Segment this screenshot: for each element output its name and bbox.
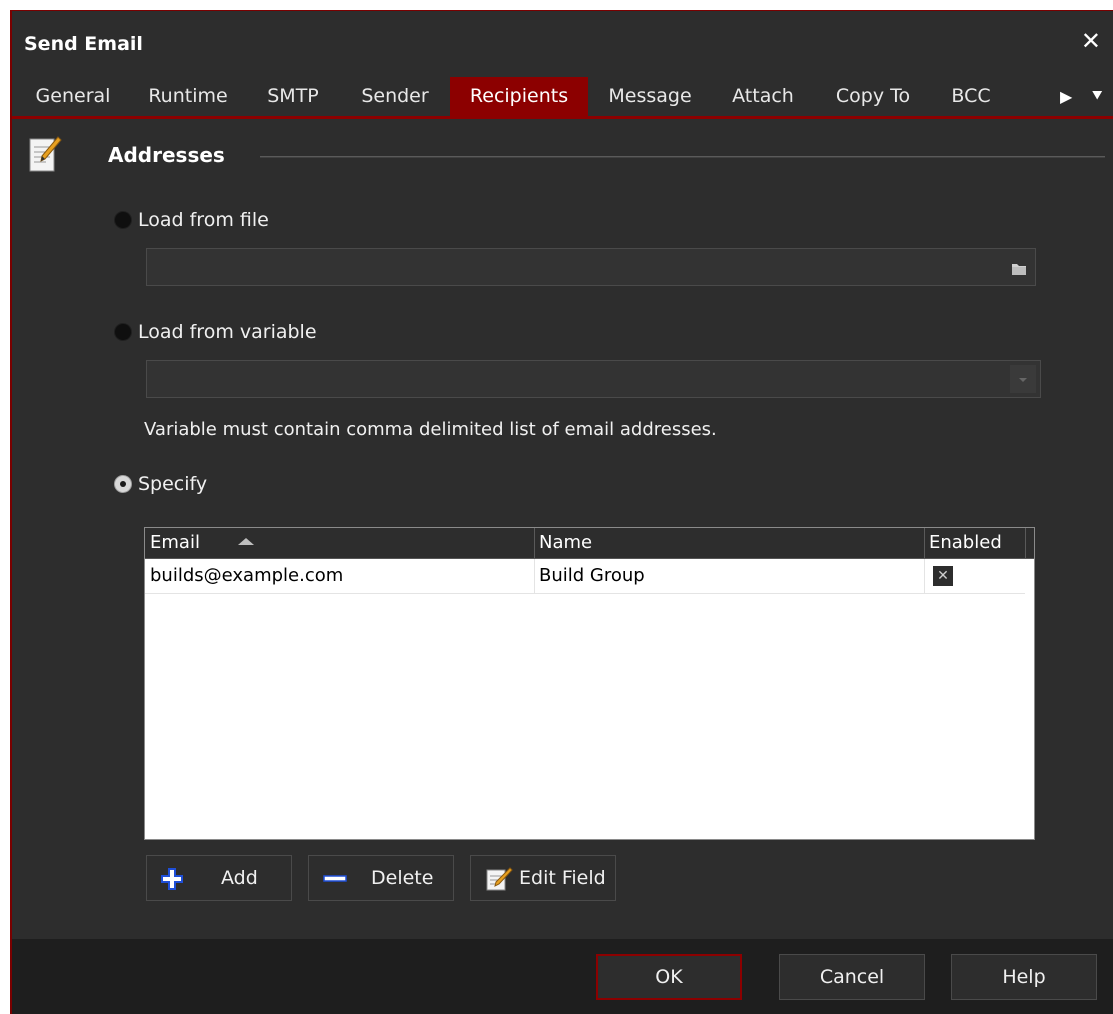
- tab-scroll-right-icon[interactable]: ▶: [1060, 77, 1072, 116]
- minus-icon: [323, 875, 347, 882]
- dialog-footer: OK Cancel Help: [12, 939, 1113, 1014]
- enabled-checkbox[interactable]: ✕: [933, 566, 953, 586]
- tab-smtp[interactable]: SMTP: [255, 77, 331, 116]
- file-path-field: [146, 248, 1036, 286]
- load-from-file-label: Load from file: [138, 209, 269, 231]
- delete-button[interactable]: Delete: [308, 855, 454, 901]
- tab-bar: General Runtime SMTP Sender Recipients M…: [12, 77, 1113, 119]
- load-from-file-radio[interactable]: [114, 211, 132, 229]
- load-from-variable-option[interactable]: Load from variable: [114, 321, 317, 343]
- column-header-name[interactable]: Name: [536, 528, 919, 558]
- chevron-down-icon[interactable]: [1010, 365, 1036, 393]
- ok-button[interactable]: OK: [596, 954, 742, 1000]
- cell-divider: [924, 559, 925, 593]
- add-button-label: Add: [221, 867, 258, 889]
- variable-hint: Variable must contain comma delimited li…: [144, 419, 717, 440]
- recipients-grid: Email Name Enabled builds@example.com Bu…: [144, 527, 1035, 840]
- folder-icon[interactable]: [1007, 257, 1031, 279]
- table-row[interactable]: builds@example.com Build Group ✕: [145, 559, 1025, 594]
- delete-button-label: Delete: [371, 867, 434, 889]
- load-from-variable-label: Load from variable: [138, 321, 317, 343]
- sort-ascending-icon: [238, 538, 254, 545]
- window-title: Send Email: [24, 33, 143, 55]
- column-header-email[interactable]: Email: [147, 528, 530, 558]
- tab-copy-to[interactable]: Copy To: [820, 77, 926, 116]
- addresses-heading: Addresses: [108, 143, 225, 167]
- grid-header: Email Name Enabled: [145, 528, 1034, 559]
- tab-attach[interactable]: Attach: [719, 77, 807, 116]
- email-cell[interactable]: builds@example.com: [147, 559, 530, 593]
- column-divider[interactable]: [534, 528, 535, 558]
- name-cell[interactable]: Build Group: [536, 559, 919, 593]
- add-button[interactable]: Add: [146, 855, 292, 901]
- column-header-enabled[interactable]: Enabled: [926, 528, 1029, 558]
- notepad-icon: [29, 136, 62, 172]
- specify-label: Specify: [138, 473, 208, 495]
- tab-runtime[interactable]: Runtime: [136, 77, 240, 116]
- specify-radio[interactable]: [114, 475, 132, 493]
- tab-bcc[interactable]: BCC: [938, 77, 1004, 116]
- edit-field-button[interactable]: Edit Field: [470, 855, 616, 901]
- variable-input[interactable]: [147, 361, 1040, 397]
- column-divider[interactable]: [1025, 528, 1026, 558]
- recipients-panel: Addresses Load from file Load from varia…: [12, 119, 1113, 939]
- close-icon[interactable]: ✕: [1081, 27, 1101, 55]
- edit-field-button-label: Edit Field: [519, 867, 606, 889]
- tab-message[interactable]: Message: [595, 77, 705, 116]
- variable-select[interactable]: [146, 360, 1041, 398]
- tab-general[interactable]: General: [26, 77, 120, 116]
- title-bar: Send Email ✕: [12, 11, 1113, 77]
- tab-sender[interactable]: Sender: [345, 77, 445, 116]
- file-path-input[interactable]: [147, 249, 1035, 285]
- edit-icon: [486, 867, 513, 891]
- plus-icon: [161, 868, 183, 890]
- tab-menu-icon[interactable]: ⯆: [1090, 77, 1104, 116]
- section-divider: [260, 156, 1105, 158]
- help-button[interactable]: Help: [951, 954, 1097, 1000]
- column-divider[interactable]: [924, 528, 925, 558]
- specify-option[interactable]: Specify: [114, 473, 207, 495]
- send-email-dialog: Send Email ✕ General Runtime SMTP Sender…: [10, 10, 1113, 1014]
- tab-recipients[interactable]: Recipients: [450, 77, 588, 116]
- cancel-button[interactable]: Cancel: [779, 954, 925, 1000]
- load-from-file-option[interactable]: Load from file: [114, 209, 269, 231]
- cell-divider: [534, 559, 535, 593]
- load-from-variable-radio[interactable]: [114, 323, 132, 341]
